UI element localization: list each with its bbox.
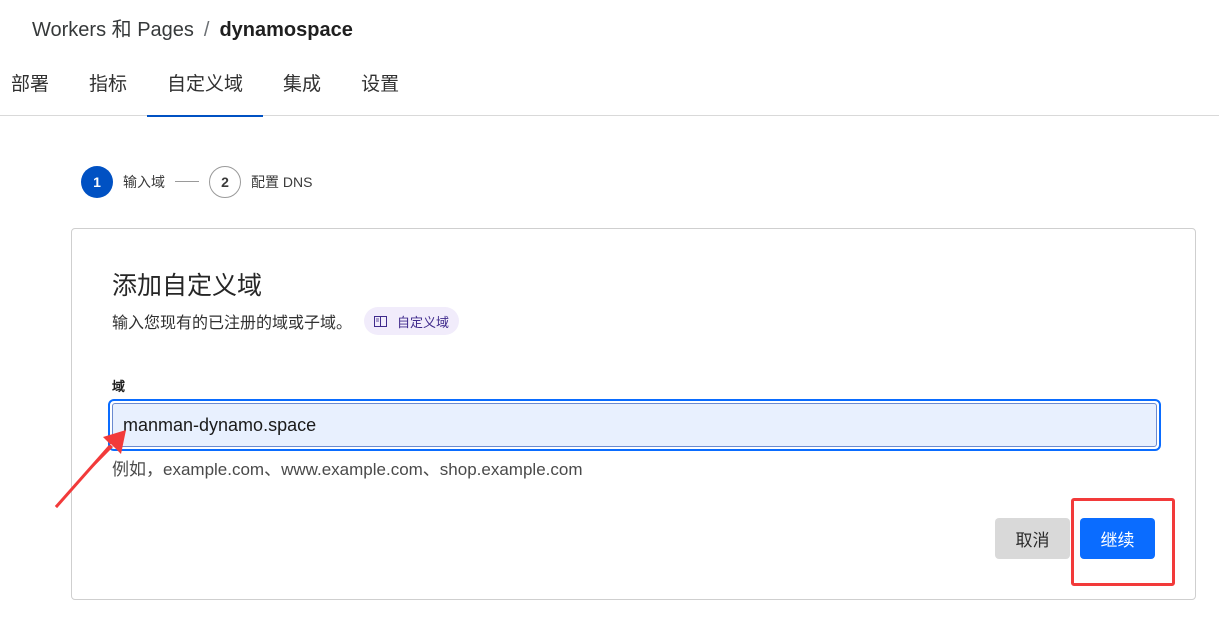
add-custom-domain-card: 添加自定义域 输入您现有的已注册的域或子域。 自定义域 域 例如，example…: [71, 228, 1196, 600]
card-title: 添加自定义域: [112, 272, 263, 300]
tab-bar: 部署 指标 自定义域 集成 设置: [0, 60, 1219, 117]
doc-link-label: 自定义域: [397, 314, 450, 330]
step-2-label: 配置 DNS: [251, 173, 313, 190]
card-description: 输入您现有的已注册的域或子域。: [112, 315, 353, 332]
tab-deployments[interactable]: 部署: [0, 60, 69, 116]
book-icon: [374, 315, 388, 327]
step-2-number: 2: [209, 165, 241, 198]
step-connector: [175, 181, 199, 182]
step-1-number: 1: [81, 165, 113, 198]
breadcrumb-workers-pages[interactable]: Workers 和 Pages: [32, 16, 194, 44]
domain-input-wrapper: [108, 399, 1161, 451]
domain-helper-text: 例如，example.com、www.example.com、shop.exam…: [112, 460, 583, 479]
card-description-row: 输入您现有的已注册的域或子域。 自定义域: [112, 307, 460, 335]
tab-settings[interactable]: 设置: [341, 60, 419, 116]
breadcrumb-current: dynamospace: [219, 19, 353, 41]
domain-input[interactable]: [112, 403, 1157, 447]
custom-domain-doc-link[interactable]: 自定义域: [364, 307, 460, 335]
tab-integrations[interactable]: 集成: [263, 60, 341, 116]
cancel-button[interactable]: 取消: [995, 518, 1070, 559]
continue-button[interactable]: 继续: [1080, 518, 1155, 559]
tab-custom-domains[interactable]: 自定义域: [147, 60, 264, 117]
stepper: 1 输入域 2 配置 DNS: [81, 165, 312, 198]
step-1-label: 输入域: [123, 173, 165, 190]
tab-metrics[interactable]: 指标: [69, 60, 147, 116]
domain-field-label: 域: [112, 379, 126, 394]
breadcrumb-separator: /: [203, 19, 210, 41]
breadcrumb: Workers 和 Pages / dynamospace: [32, 16, 353, 44]
